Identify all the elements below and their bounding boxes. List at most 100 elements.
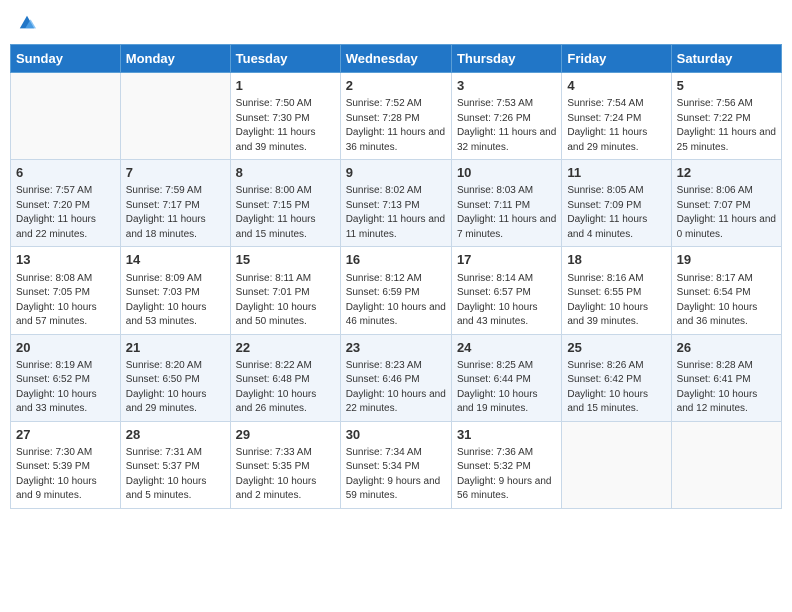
day-number: 4 <box>567 77 665 95</box>
day-number: 1 <box>236 77 335 95</box>
day-number: 25 <box>567 339 665 357</box>
calendar-header-row: SundayMondayTuesdayWednesdayThursdayFrid… <box>11 45 782 73</box>
day-number: 15 <box>236 251 335 269</box>
calendar-week-row: 13 Sunrise: 8:08 AM Sunset: 7:05 PM Dayli… <box>11 247 782 334</box>
day-info: Sunrise: 8:08 AM Sunset: 7:05 PM Dayligh… <box>16 272 115 330</box>
day-info: Sunrise: 8:28 AM Sunset: 6:41 PM Dayligh… <box>677 359 776 417</box>
day-info: Sunrise: 8:02 AM Sunset: 7:13 PM Dayligh… <box>346 184 446 242</box>
day-info: Sunrise: 8:06 AM Sunset: 7:07 PM Dayligh… <box>677 184 776 242</box>
calendar-cell: 4Sunrise: 7:54 AM Sunset: 7:24 PM Daylig… <box>562 73 671 160</box>
day-number: 31 <box>457 426 556 444</box>
calendar-cell: 20 Sunrise: 8:19 AM Sunset: 6:52 PM Dayli… <box>11 334 121 421</box>
day-number: 19 <box>677 251 776 269</box>
day-info: Sunrise: 8:19 AM Sunset: 6:52 PM Dayligh… <box>16 359 115 417</box>
day-info: Sunrise: 8:09 AM Sunset: 7:03 PM Dayligh… <box>126 272 225 330</box>
day-info: Sunrise: 7:36 AM Sunset: 5:32 PM Dayligh… <box>457 446 556 504</box>
calendar-week-row: 27Sunrise: 7:30 AM Sunset: 5:39 PM Dayli… <box>11 421 782 508</box>
day-of-week-header: Friday <box>562 45 671 73</box>
day-number: 30 <box>346 426 446 444</box>
calendar-cell: 11 Sunrise: 8:05 AM Sunset: 7:09 PM Dayli… <box>562 160 671 247</box>
calendar-cell: 23 Sunrise: 8:23 AM Sunset: 6:46 PM Dayli… <box>340 334 451 421</box>
day-number: 26 <box>677 339 776 357</box>
calendar-cell: 9 Sunrise: 8:02 AM Sunset: 7:13 PM Daylig… <box>340 160 451 247</box>
day-of-week-header: Tuesday <box>230 45 340 73</box>
calendar-cell: 22 Sunrise: 8:22 AM Sunset: 6:48 PM Dayli… <box>230 334 340 421</box>
day-number: 8 <box>236 164 335 182</box>
calendar-week-row: 1 Sunrise: 7:50 AM Sunset: 7:30 PM Daylig… <box>11 73 782 160</box>
day-number: 23 <box>346 339 446 357</box>
day-number: 18 <box>567 251 665 269</box>
day-info: Sunrise: 8:25 AM Sunset: 6:44 PM Dayligh… <box>457 359 556 417</box>
calendar-cell: 25 Sunrise: 8:26 AM Sunset: 6:42 PM Dayli… <box>562 334 671 421</box>
day-number: 6 <box>16 164 115 182</box>
day-info: Sunrise: 7:56 AM Sunset: 7:22 PM Dayligh… <box>677 97 776 155</box>
day-info: Sunrise: 7:33 AM Sunset: 5:35 PM Dayligh… <box>236 446 335 504</box>
day-number: 5 <box>677 77 776 95</box>
calendar-cell: 14 Sunrise: 8:09 AM Sunset: 7:03 PM Dayli… <box>120 247 230 334</box>
calendar-cell: 19Sunrise: 8:17 AM Sunset: 6:54 PM Dayli… <box>671 247 781 334</box>
calendar-table: SundayMondayTuesdayWednesdayThursdayFrid… <box>10 44 782 509</box>
day-info: Sunrise: 7:57 AM Sunset: 7:20 PM Dayligh… <box>16 184 115 242</box>
calendar-cell: 7Sunrise: 7:59 AM Sunset: 7:17 PM Daylig… <box>120 160 230 247</box>
calendar-cell: 17 Sunrise: 8:14 AM Sunset: 6:57 PM Dayli… <box>451 247 561 334</box>
day-number: 11 <box>567 164 665 182</box>
calendar-cell: 28 Sunrise: 7:31 AM Sunset: 5:37 PM Dayli… <box>120 421 230 508</box>
day-info: Sunrise: 7:50 AM Sunset: 7:30 PM Dayligh… <box>236 97 335 155</box>
day-number: 22 <box>236 339 335 357</box>
day-number: 28 <box>126 426 225 444</box>
calendar-cell: 2Sunrise: 7:52 AM Sunset: 7:28 PM Daylig… <box>340 73 451 160</box>
calendar-cell: 29 Sunrise: 7:33 AM Sunset: 5:35 PM Dayli… <box>230 421 340 508</box>
day-of-week-header: Thursday <box>451 45 561 73</box>
page-header <box>10 10 782 36</box>
calendar-cell: 21Sunrise: 8:20 AM Sunset: 6:50 PM Dayli… <box>120 334 230 421</box>
calendar-cell <box>562 421 671 508</box>
calendar-cell <box>11 73 121 160</box>
calendar-week-row: 20 Sunrise: 8:19 AM Sunset: 6:52 PM Dayli… <box>11 334 782 421</box>
day-number: 24 <box>457 339 556 357</box>
calendar-week-row: 6 Sunrise: 7:57 AM Sunset: 7:20 PM Daylig… <box>11 160 782 247</box>
day-number: 10 <box>457 164 556 182</box>
day-info: Sunrise: 8:23 AM Sunset: 6:46 PM Dayligh… <box>346 359 446 417</box>
calendar-cell: 6 Sunrise: 7:57 AM Sunset: 7:20 PM Daylig… <box>11 160 121 247</box>
calendar-cell: 31 Sunrise: 7:36 AM Sunset: 5:32 PM Dayli… <box>451 421 561 508</box>
day-info: Sunrise: 8:12 AM Sunset: 6:59 PM Dayligh… <box>346 272 446 330</box>
calendar-cell: 5 Sunrise: 7:56 AM Sunset: 7:22 PM Daylig… <box>671 73 781 160</box>
day-info: Sunrise: 7:59 AM Sunset: 7:17 PM Dayligh… <box>126 184 225 242</box>
calendar-cell: 27Sunrise: 7:30 AM Sunset: 5:39 PM Dayli… <box>11 421 121 508</box>
day-info: Sunrise: 7:31 AM Sunset: 5:37 PM Dayligh… <box>126 446 225 504</box>
day-info: Sunrise: 8:14 AM Sunset: 6:57 PM Dayligh… <box>457 272 556 330</box>
calendar-cell <box>671 421 781 508</box>
day-info: Sunrise: 7:30 AM Sunset: 5:39 PM Dayligh… <box>16 446 115 504</box>
calendar-cell: 16 Sunrise: 8:12 AM Sunset: 6:59 PM Dayli… <box>340 247 451 334</box>
calendar-cell: 3Sunrise: 7:53 AM Sunset: 7:26 PM Daylig… <box>451 73 561 160</box>
day-number: 29 <box>236 426 335 444</box>
day-number: 16 <box>346 251 446 269</box>
day-number: 17 <box>457 251 556 269</box>
calendar-cell: 10 Sunrise: 8:03 AM Sunset: 7:11 PM Dayli… <box>451 160 561 247</box>
day-info: Sunrise: 8:11 AM Sunset: 7:01 PM Dayligh… <box>236 272 335 330</box>
day-info: Sunrise: 8:22 AM Sunset: 6:48 PM Dayligh… <box>236 359 335 417</box>
logo <box>16 14 36 32</box>
calendar-cell: 30 Sunrise: 7:34 AM Sunset: 5:34 PM Dayli… <box>340 421 451 508</box>
day-info: Sunrise: 7:34 AM Sunset: 5:34 PM Dayligh… <box>346 446 446 504</box>
calendar-cell: 1 Sunrise: 7:50 AM Sunset: 7:30 PM Daylig… <box>230 73 340 160</box>
day-number: 12 <box>677 164 776 182</box>
day-number: 9 <box>346 164 446 182</box>
day-info: Sunrise: 7:52 AM Sunset: 7:28 PM Dayligh… <box>346 97 446 155</box>
day-of-week-header: Sunday <box>11 45 121 73</box>
logo-icon <box>18 14 36 32</box>
day-info: Sunrise: 8:16 AM Sunset: 6:55 PM Dayligh… <box>567 272 665 330</box>
calendar-cell: 24 Sunrise: 8:25 AM Sunset: 6:44 PM Dayli… <box>451 334 561 421</box>
day-number: 13 <box>16 251 115 269</box>
day-info: Sunrise: 8:20 AM Sunset: 6:50 PM Dayligh… <box>126 359 225 417</box>
day-info: Sunrise: 8:00 AM Sunset: 7:15 PM Dayligh… <box>236 184 335 242</box>
day-info: Sunrise: 8:05 AM Sunset: 7:09 PM Dayligh… <box>567 184 665 242</box>
day-of-week-header: Wednesday <box>340 45 451 73</box>
day-number: 14 <box>126 251 225 269</box>
calendar-cell: 8 Sunrise: 8:00 AM Sunset: 7:15 PM Daylig… <box>230 160 340 247</box>
day-info: Sunrise: 8:26 AM Sunset: 6:42 PM Dayligh… <box>567 359 665 417</box>
day-info: Sunrise: 8:03 AM Sunset: 7:11 PM Dayligh… <box>457 184 556 242</box>
day-number: 20 <box>16 339 115 357</box>
calendar-cell: 12 Sunrise: 8:06 AM Sunset: 7:07 PM Dayli… <box>671 160 781 247</box>
calendar-cell: 26 Sunrise: 8:28 AM Sunset: 6:41 PM Dayli… <box>671 334 781 421</box>
